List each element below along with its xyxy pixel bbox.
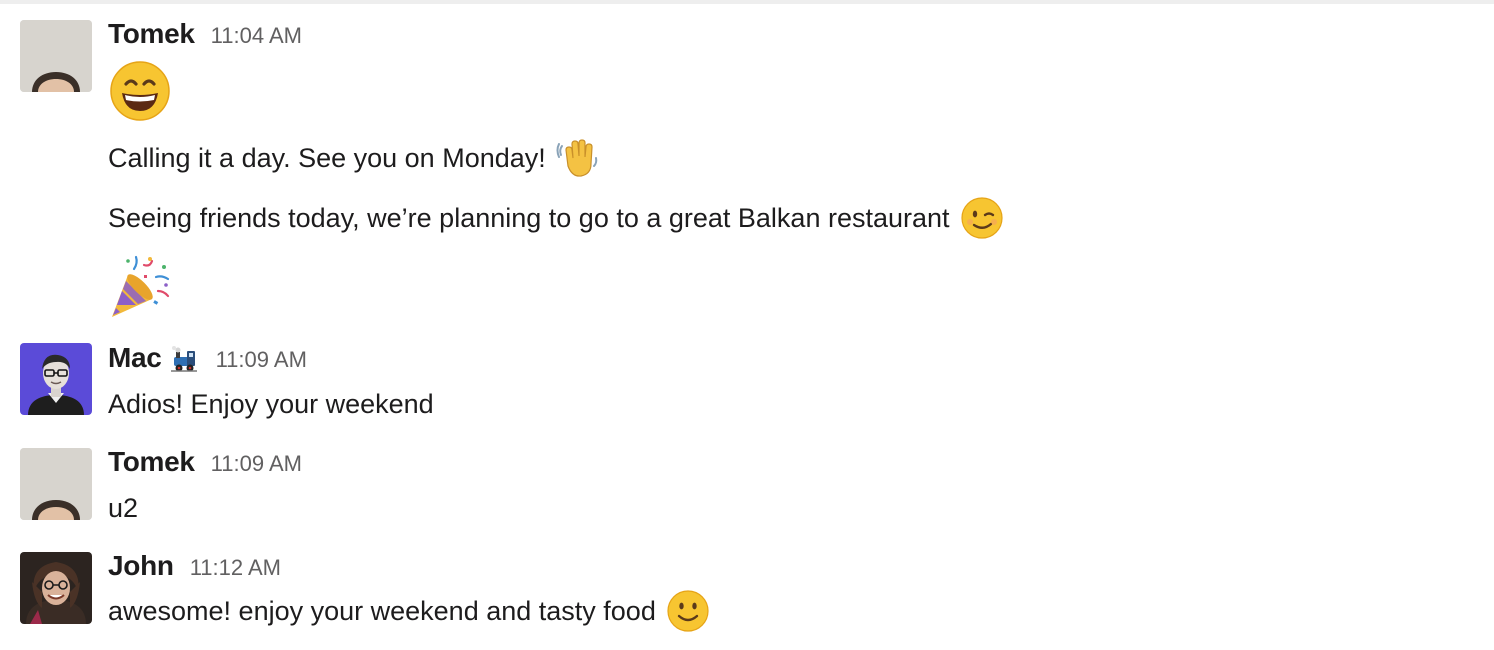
message-header: Tomek 11:04 AM [108,18,302,54]
message-header: Mac 11:09 AM [108,342,307,378]
message-line [108,59,172,123]
message-text: Seeing friends today, we’re planning to … [108,202,950,233]
message-line: u2 [108,488,138,528]
message-line: Seeing friends today, we’re planning to … [108,196,1004,240]
message-text: u2 [108,492,139,523]
avatar-mac[interactable] [20,343,92,415]
waving-hand-icon [556,136,600,180]
author-name[interactable]: John [108,550,174,582]
author-name[interactable]: Tomek [108,446,195,478]
timestamp[interactable]: 11:09 AM [216,347,307,373]
slightly-smiling-face-icon [666,589,710,633]
message-text: Adios! Enjoy your weekend [108,388,434,419]
message-line [108,254,172,320]
timestamp[interactable]: 11:09 AM [211,451,302,477]
message-text: awesome! enjoy your weekend and tasty fo… [108,595,656,626]
timestamp[interactable]: 11:04 AM [211,23,302,49]
party-popper-icon [108,255,172,319]
message-header: Tomek 11:09 AM [108,446,302,482]
top-divider [0,0,1494,4]
author-name[interactable]: Mac [108,342,162,374]
message-line: Adios! Enjoy your weekend [108,384,434,424]
grinning-face-icon [108,59,172,123]
author-name[interactable]: Tomek [108,18,195,50]
timestamp[interactable]: 11:12 AM [190,555,281,581]
winking-face-icon [960,196,1004,240]
message-header: John 11:12 AM [108,550,281,586]
message-line: awesome! enjoy your weekend and tasty fo… [108,589,710,633]
steam-locomotive-icon[interactable] [170,345,200,375]
avatar-tomek[interactable] [20,448,92,520]
message-text: Calling it a day. See you on Monday! [108,142,546,173]
message-line: Calling it a day. See you on Monday! [108,138,600,178]
avatar-tomek[interactable] [20,20,92,92]
avatar-john[interactable] [20,552,92,624]
